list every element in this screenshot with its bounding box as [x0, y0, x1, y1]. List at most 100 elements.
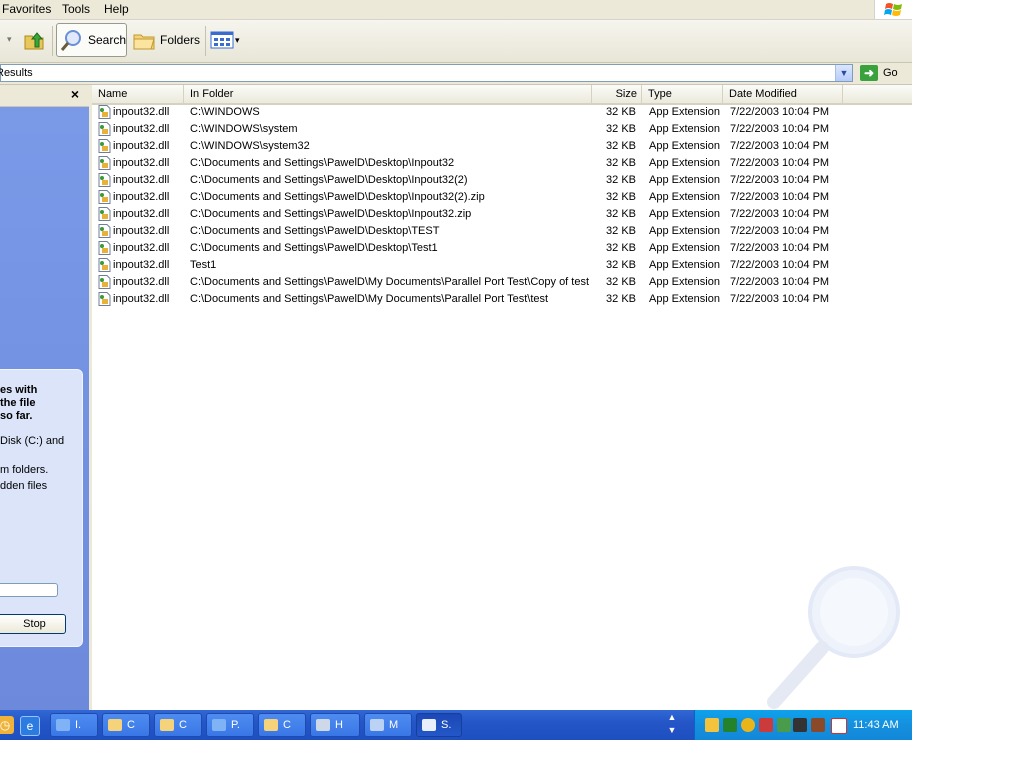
table-row[interactable]: inpout32.dll C:\Documents and Settings\Pa…	[92, 291, 912, 308]
column-header-bar: Name In Folder Size Type Date Modified	[92, 85, 912, 105]
size-cell: 32 KB	[606, 174, 636, 186]
views-button[interactable]: ▾	[210, 23, 246, 57]
type-cell: App Extension	[649, 276, 720, 288]
ie-icon	[212, 719, 226, 731]
table-row[interactable]: inpout32.dll C:\WINDOWS\system 32 KB App Ex…	[92, 121, 912, 138]
type-cell: App Extension	[649, 157, 720, 169]
column-header-blank	[843, 85, 912, 103]
dll-file-icon	[98, 292, 111, 306]
go-button[interactable]: ➜ Go	[860, 64, 898, 82]
quicklaunch-ie-icon[interactable]: e	[20, 716, 40, 736]
file-name-cell: inpout32.dll	[113, 293, 170, 305]
taskbar-button[interactable]: C	[102, 713, 150, 737]
taskbar-button[interactable]: P.	[206, 713, 254, 737]
address-field[interactable]: Results ▼	[0, 64, 853, 82]
taskbar-scroll-arrows[interactable]: ▲ ▼	[664, 711, 680, 739]
in-folder-cell: C:\Documents and Settings\PawelD\Desktop…	[190, 242, 438, 254]
search-icon	[60, 30, 81, 51]
views-dropdown-icon: ▾	[235, 34, 240, 45]
forward-dropdown-icon[interactable]: ▾	[7, 34, 12, 45]
column-header-date-modified[interactable]: Date Modified	[723, 85, 843, 103]
file-name-cell: inpout32.dll	[113, 174, 170, 186]
up-folder-button[interactable]	[22, 23, 48, 57]
menu-favorites[interactable]: Favorites	[2, 2, 51, 16]
table-row[interactable]: inpout32.dll C:\Documents and Settings\Pa…	[92, 206, 912, 223]
progress-field	[0, 583, 58, 597]
tray-update-icon[interactable]	[777, 718, 791, 732]
folders-icon	[133, 34, 155, 50]
taskbar-clock[interactable]: 11:43 AM	[853, 710, 899, 740]
date-modified-cell: 7/22/2003 10:04 PM	[730, 208, 830, 220]
search-companion-pane: × es with the file so far. Disk (C:) and…	[0, 85, 89, 710]
table-row[interactable]: inpout32.dll C:\Documents and Settings\Pa…	[92, 240, 912, 257]
taskbar-button[interactable]: S.	[416, 713, 462, 737]
dll-file-icon	[98, 190, 111, 204]
file-name-cell: inpout32.dll	[113, 225, 170, 237]
size-cell: 32 KB	[606, 106, 636, 118]
search-button[interactable]: Search	[56, 23, 127, 57]
dll-file-icon	[98, 139, 111, 153]
menu-help[interactable]: Help	[104, 2, 129, 16]
date-modified-cell: 7/22/2003 10:04 PM	[730, 242, 830, 254]
in-folder-cell: Test1	[190, 259, 217, 271]
explorer-window: Favorites Tools Help ▾ Search Folders ▾ …	[0, 0, 912, 740]
folders-button[interactable]: Folders	[131, 23, 202, 57]
table-row[interactable]: inpout32.dll C:\Documents and Settings\Pa…	[92, 189, 912, 206]
column-header-name[interactable]: Name	[92, 85, 184, 103]
address-value: Results	[0, 67, 33, 79]
date-modified-cell: 7/22/2003 10:04 PM	[730, 191, 830, 203]
search-button-label: Search	[87, 33, 126, 47]
quicklaunch-clock-icon[interactable]: ◷	[0, 716, 14, 734]
dll-file-icon	[98, 105, 111, 119]
in-folder-cell: C:\WINDOWS\system32	[190, 140, 310, 152]
size-cell: 32 KB	[606, 208, 636, 220]
table-row[interactable]: inpout32.dll C:\Documents and Settings\Pa…	[92, 172, 912, 189]
tray-volume-icon[interactable]	[811, 718, 825, 732]
table-row[interactable]: inpout32.dll C:\WINDOWS 32 KB App Extension…	[92, 104, 912, 121]
tray-wireless-icon[interactable]	[793, 718, 807, 732]
tray-clock-icon[interactable]	[705, 718, 719, 732]
taskbar-button[interactable]: I.	[50, 713, 98, 737]
table-row[interactable]: inpout32.dll C:\Documents and Settings\Pa…	[92, 274, 912, 291]
type-cell: App Extension	[649, 106, 720, 118]
taskbar-button-label: C	[127, 719, 135, 731]
table-row[interactable]: inpout32.dll C:\Documents and Settings\Pa…	[92, 155, 912, 172]
status-text-line-2: the file	[0, 397, 36, 409]
status-text-line-4: Disk (C:) and	[0, 435, 65, 447]
size-cell: 32 KB	[606, 191, 636, 203]
status-text-line-1: es with	[0, 384, 38, 396]
close-pane-icon[interactable]: ×	[71, 86, 79, 102]
table-row[interactable]: inpout32.dll C:\WINDOWS\system32 32 KB App …	[92, 138, 912, 155]
taskbar-button[interactable]: C	[154, 713, 202, 737]
column-header-in-folder[interactable]: In Folder	[184, 85, 592, 103]
column-header-size[interactable]: Size	[592, 85, 642, 103]
column-header-type[interactable]: Type	[642, 85, 723, 103]
tray-monitor-icon[interactable]	[723, 718, 737, 732]
type-cell: App Extension	[649, 208, 720, 220]
date-modified-cell: 7/22/2003 10:04 PM	[730, 140, 830, 152]
results-list: Name In Folder Size Type Date Modified i…	[92, 85, 912, 710]
dll-file-icon	[98, 173, 111, 187]
menu-tools[interactable]: Tools	[62, 2, 90, 16]
status-text-line-5: m folders.	[0, 464, 49, 476]
taskbar-button[interactable]: M	[364, 713, 412, 737]
folder-icon	[108, 719, 122, 731]
in-folder-cell: C:\Documents and Settings\PawelD\Desktop…	[190, 208, 472, 220]
taskbar-button[interactable]: H	[310, 713, 360, 737]
address-dropdown-icon[interactable]: ▼	[835, 65, 852, 81]
tray-antivirus-icon[interactable]	[831, 718, 847, 734]
size-cell: 32 KB	[606, 242, 636, 254]
stop-button[interactable]: Stop	[0, 614, 66, 634]
type-cell: App Extension	[649, 191, 720, 203]
windows-logo	[874, 0, 912, 19]
taskbar-button-label: C	[283, 719, 291, 731]
taskbar-button[interactable]: C	[258, 713, 306, 737]
toolbar: ▾ Search Folders ▾	[0, 20, 912, 63]
size-cell: 32 KB	[606, 140, 636, 152]
tray-network-icon[interactable]	[759, 718, 773, 732]
file-name-cell: inpout32.dll	[113, 242, 170, 254]
table-row[interactable]: inpout32.dll C:\Documents and Settings\Pa…	[92, 223, 912, 240]
tray-shield-icon[interactable]	[741, 718, 755, 732]
table-row[interactable]: inpout32.dll Test1 32 KB App Extension 7/22/…	[92, 257, 912, 274]
file-name-cell: inpout32.dll	[113, 208, 170, 220]
